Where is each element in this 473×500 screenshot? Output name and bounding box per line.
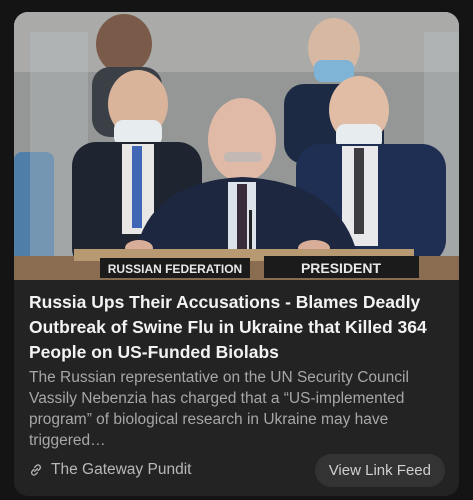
source-name: The Gateway Pundit [51, 461, 192, 478]
plate-russian-federation: RUSSIAN FEDERATION [108, 262, 242, 276]
article-image[interactable]: RUSSIAN FEDERATION PRESIDENT [14, 12, 459, 280]
article-summary: The Russian representative on the UN Sec… [29, 369, 409, 449]
news-card[interactable]: RUSSIAN FEDERATION PRESIDENT Russia Ups … [14, 12, 459, 496]
photo-illustration: RUSSIAN FEDERATION PRESIDENT [14, 12, 459, 280]
source-link[interactable]: The Gateway Pundit [28, 461, 191, 479]
card-footer: The Gateway Pundit View Link Feed [14, 454, 459, 488]
article-headline[interactable]: Russia Ups Their Accusations - Blames De… [29, 290, 449, 365]
view-link-feed-button[interactable]: View Link Feed [314, 454, 445, 487]
plate-president: PRESIDENT [301, 260, 382, 276]
link-icon [31, 464, 41, 476]
